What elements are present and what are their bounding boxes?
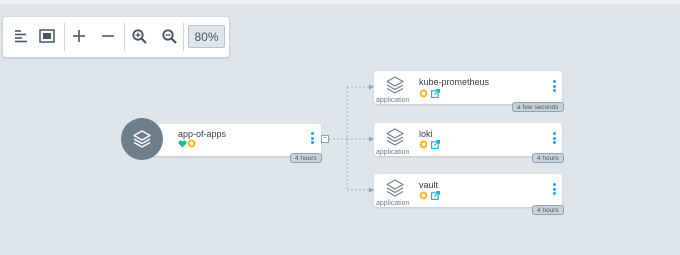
layers-icon [386, 179, 404, 197]
graph-toolbar: 80% [3, 17, 229, 57]
external-link-icon[interactable] [431, 140, 440, 149]
toolbar-divider [183, 23, 184, 51]
child-app-menu-button[interactable] [551, 183, 557, 199]
child-app-title: vault [419, 180, 439, 190]
child-app-age-badge: 4 hours [532, 205, 564, 215]
sync-circle-icon [419, 191, 428, 200]
child-app-kind: application [376, 200, 410, 207]
zoom-out-icon [161, 28, 177, 44]
external-link-icon[interactable] [431, 89, 440, 98]
fit-to-screen-button[interactable] [36, 25, 58, 47]
toolbar-divider [64, 23, 65, 51]
zoom-out-button[interactable] [158, 25, 180, 47]
zoom-in-button[interactable] [128, 25, 150, 47]
fit-screen-icon [39, 29, 55, 43]
minus-icon [102, 35, 114, 37]
child-app-menu-button[interactable] [551, 132, 557, 148]
root-app-node[interactable] [136, 124, 321, 156]
child-app-title: kube-prometheus [419, 77, 490, 87]
sync-circle-icon [187, 139, 196, 148]
collapse-button[interactable] [97, 25, 119, 47]
expand-button[interactable] [68, 25, 90, 47]
layers-icon [133, 130, 151, 148]
plus-icon [73, 30, 85, 42]
root-app-title: app-of-apps [178, 129, 227, 139]
child-app-kind: application [376, 97, 410, 104]
zoom-in-icon [131, 28, 147, 44]
sync-circle-icon [419, 89, 428, 98]
heart-icon [178, 140, 187, 148]
sync-circle-icon [419, 140, 428, 149]
external-link-icon[interactable] [431, 191, 440, 200]
child-app-age-badge: 4 hours [532, 153, 564, 163]
align-left-icon [15, 30, 27, 43]
toolbar-divider [124, 23, 125, 51]
root-app-age-badge: 4 hours [290, 153, 322, 163]
zoom-level-field[interactable]: 80% [188, 25, 225, 48]
child-app-age-badge: a few seconds [512, 102, 564, 112]
layers-icon [386, 76, 404, 94]
child-app-menu-button[interactable] [551, 80, 557, 96]
root-app-icon-circle [121, 118, 163, 160]
collapse-children-toggle[interactable]: − [321, 135, 329, 143]
child-app-kind: application [376, 149, 410, 156]
layers-icon [386, 128, 404, 146]
child-app-title: loki [419, 129, 433, 139]
list-view-button[interactable] [10, 25, 32, 47]
root-app-menu-button[interactable] [309, 132, 315, 148]
